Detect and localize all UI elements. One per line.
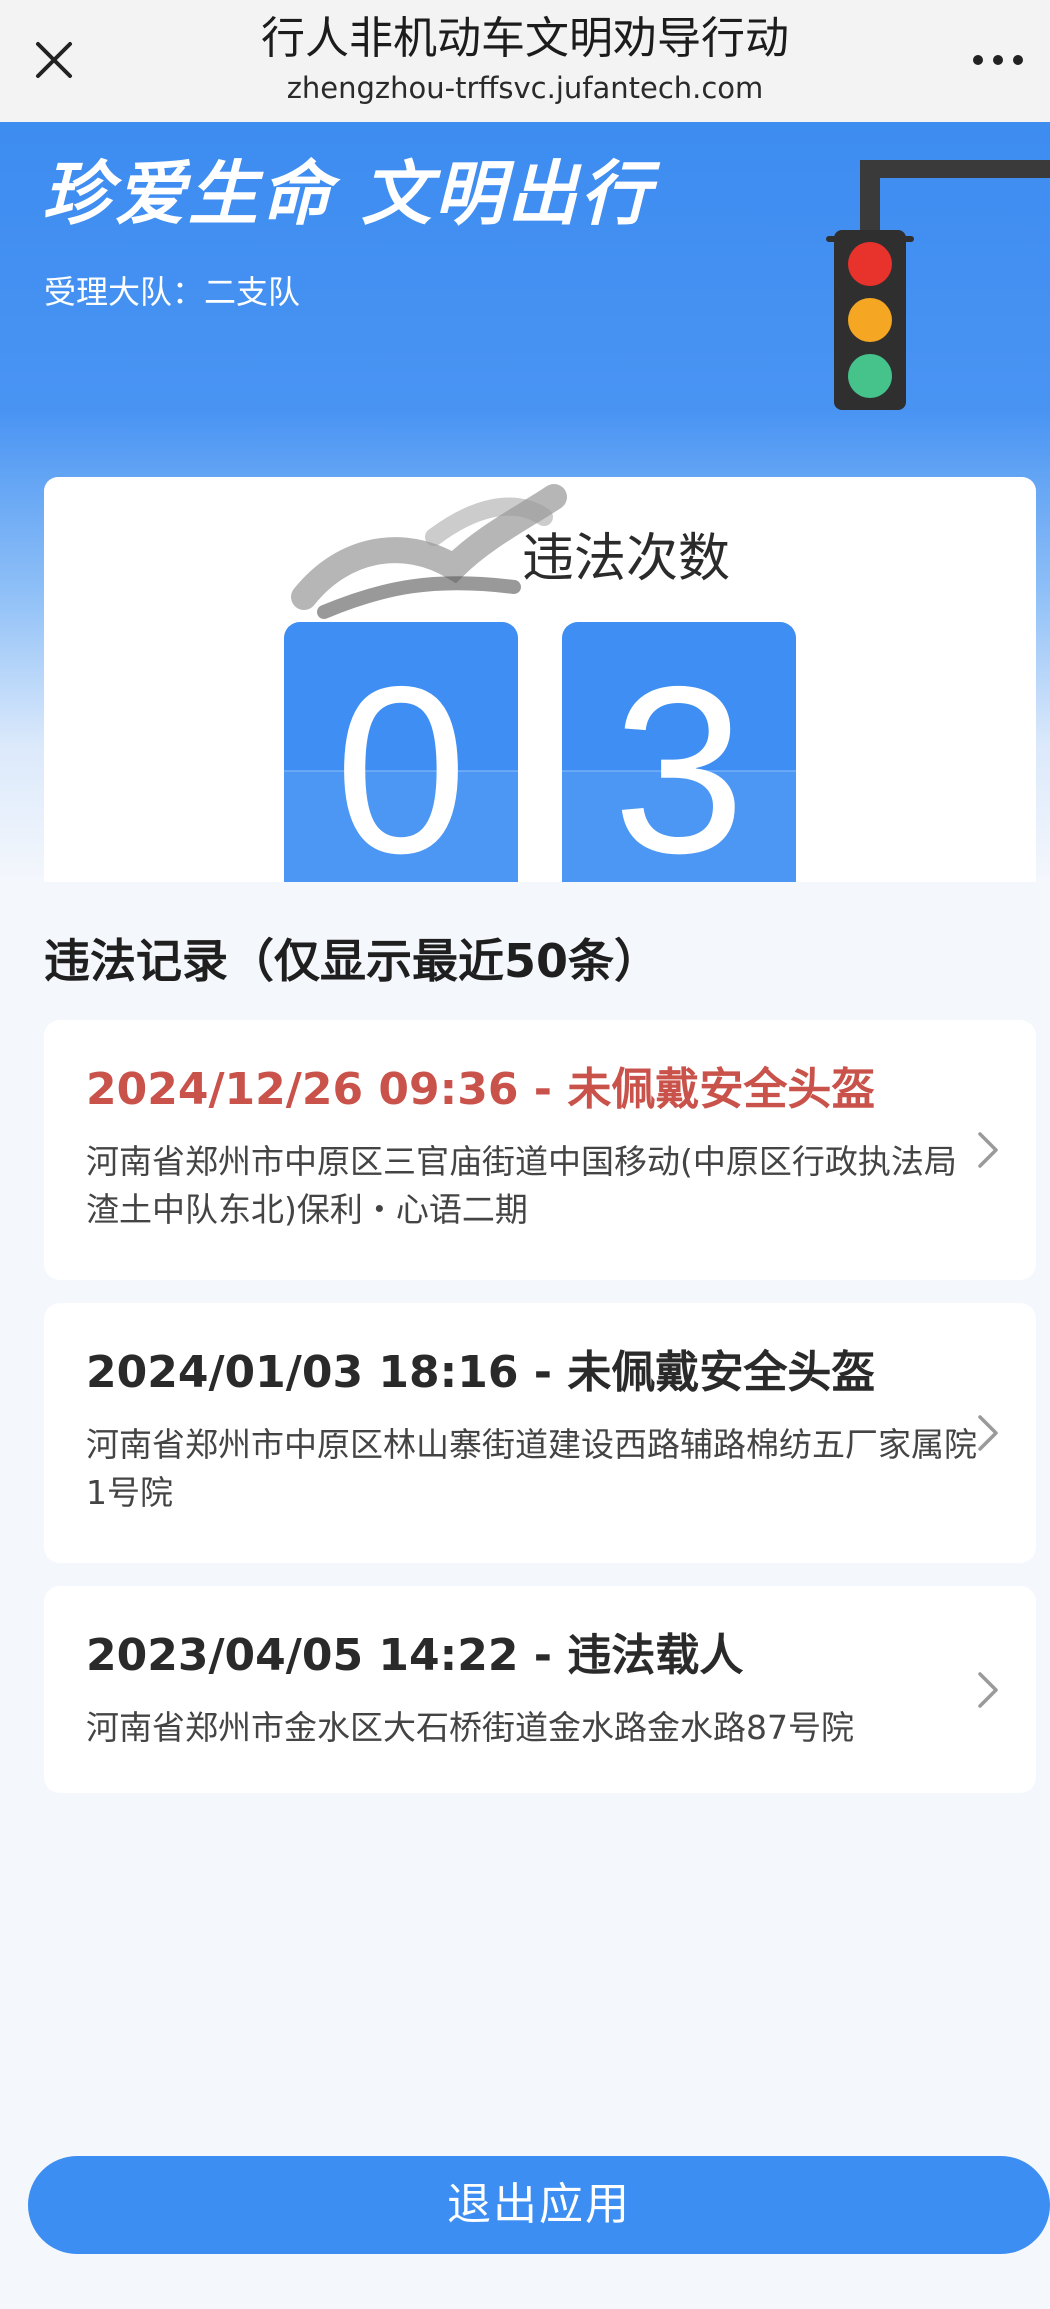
digit-value: 3: [612, 638, 746, 882]
top-nav-bar: 行人非机动车文明劝导行动 zhengzhou-trffsvc.jufantech…: [0, 0, 1050, 123]
digit-value: 0: [334, 638, 468, 882]
chevron-right-icon: [978, 1672, 998, 1708]
violation-record[interactable]: 2024/12/26 09:36 - 未佩戴安全头盔 河南省郑州市中原区三官庙街…: [44, 1020, 1036, 1280]
more-icon: [973, 55, 1023, 65]
records-section-title: 违法记录（仅显示最近50条）: [44, 934, 661, 988]
flip-divider: [284, 770, 518, 772]
record-heading: 2024/01/03 18:16 - 未佩戴安全头盔: [86, 1347, 876, 1398]
traffic-light-icon: [826, 160, 1050, 410]
violation-record[interactable]: 2024/01/03 18:16 - 未佩戴安全头盔 河南省郑州市中原区林山寨街…: [44, 1303, 1036, 1563]
team-info: 受理大队：二支队: [44, 273, 301, 311]
count-digit-ones: 3: [562, 622, 796, 882]
flip-divider: [562, 770, 796, 772]
violation-record[interactable]: 2023/04/05 14:22 - 违法载人 河南省郑州市金水区大石桥街道金水…: [44, 1586, 1036, 1793]
exit-app-button[interactable]: 退出应用: [28, 2156, 1050, 2254]
violation-count-label: 违法次数: [522, 529, 731, 589]
record-address: 河南省郑州市金水区大石桥街道金水路金水路87号院: [86, 1708, 854, 1747]
chevron-right-icon: [978, 1415, 998, 1451]
more-button[interactable]: [966, 36, 1030, 84]
record-address: 河南省郑州市中原区三官庙街道中国移动(中原区行政执法局渣土中队东北)保利・心语二…: [86, 1142, 957, 1229]
page-domain: zhengzhou-trffsvc.jufantech.com: [286, 71, 764, 105]
violation-count-card: 违法次数 0 3: [44, 477, 1036, 882]
hero-banner: 珍爱生命 文明出行 受理大队：二支队 违法次数 0 3: [0, 122, 1050, 882]
record-address: 河南省郑州市中原区林山寨街道建设西路辅路棉纺五厂家属院1号院: [86, 1425, 977, 1512]
record-heading: 2024/12/26 09:36 - 未佩戴安全头盔: [86, 1064, 876, 1115]
count-digit-tens: 0: [284, 622, 518, 882]
page-title: 行人非机动车文明劝导行动: [261, 13, 789, 64]
chevron-right-icon: [978, 1132, 998, 1168]
slogan: 珍爱生命 文明出行: [42, 153, 654, 235]
record-heading: 2023/04/05 14:22 - 违法载人: [86, 1630, 744, 1681]
